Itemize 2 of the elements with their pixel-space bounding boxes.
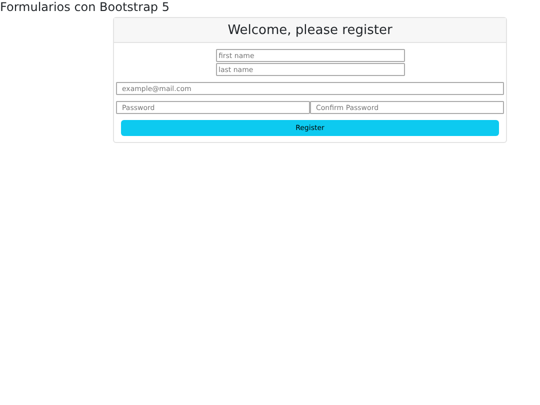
card-header: Welcome, please register xyxy=(114,18,506,43)
page-title: Formularios con Bootstrap 5 xyxy=(0,0,170,14)
